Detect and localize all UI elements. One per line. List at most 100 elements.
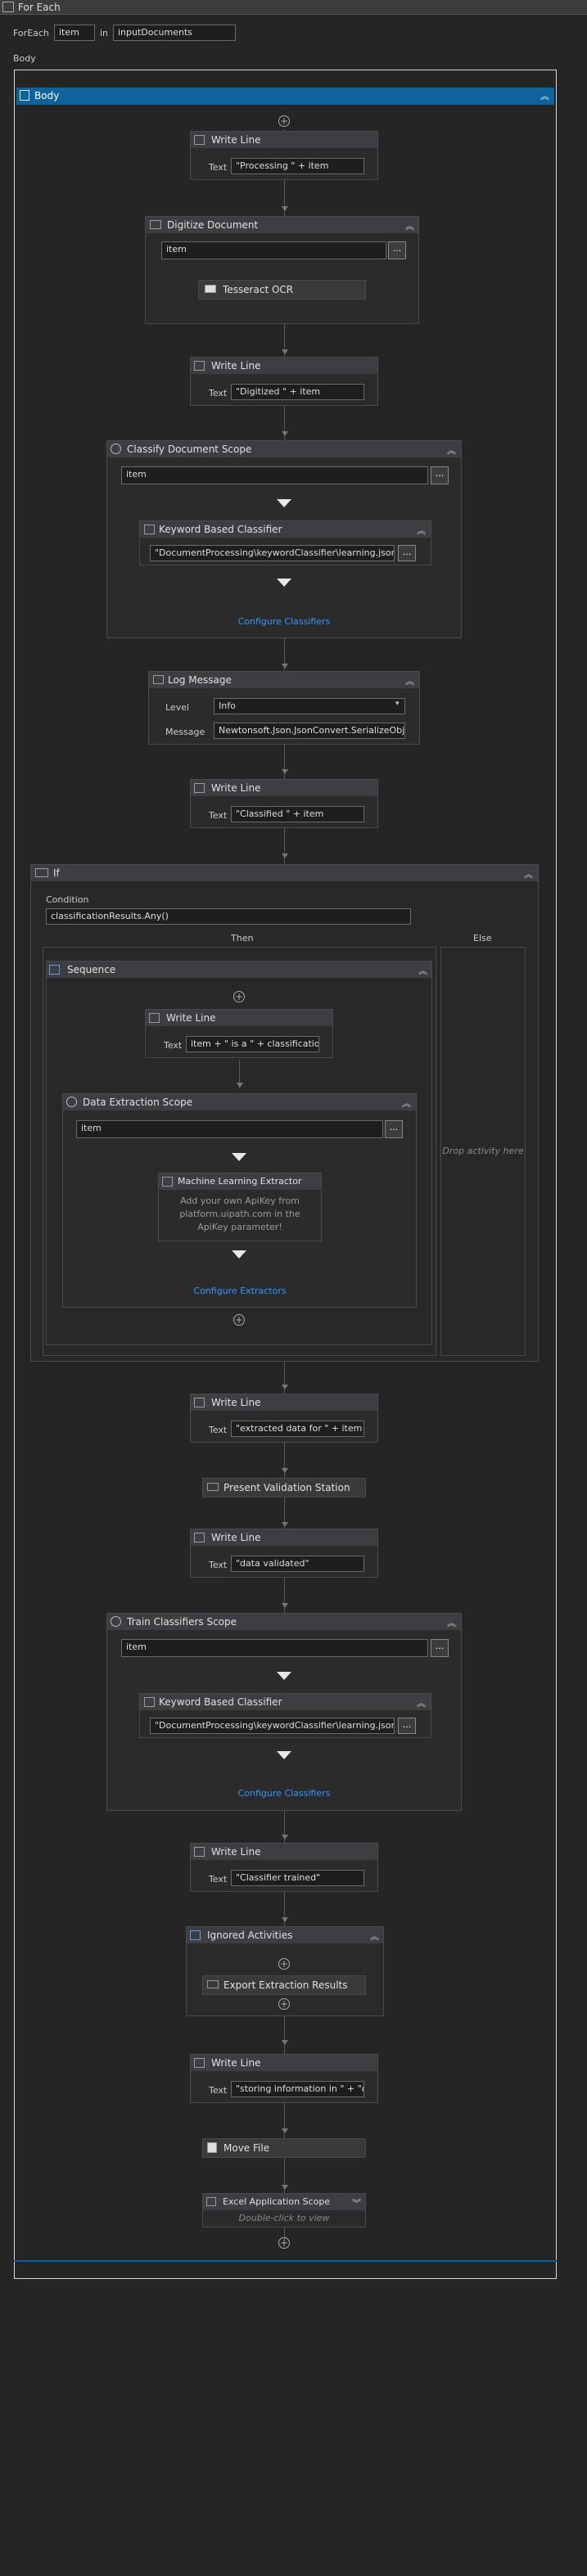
classifier-path-input[interactable]: "DocumentProcessing\keywordClassifier\le…	[150, 545, 395, 561]
sequence-title: Sequence	[67, 964, 116, 975]
ocr-title: Tesseract OCR	[223, 284, 294, 295]
classify-icon	[111, 444, 121, 454]
message-label: Message	[165, 727, 205, 737]
document-path-input[interactable]: item	[76, 1120, 383, 1138]
write-line-title: Write Line	[211, 1846, 261, 1858]
text-input[interactable]: item + " is a " + classification	[186, 1036, 319, 1052]
browse-button[interactable]: ...	[398, 1718, 416, 1734]
level-label: Level	[165, 702, 190, 713]
extractor-title: Machine Learning Extractor	[178, 1176, 302, 1187]
flow-arrow	[282, 431, 288, 436]
configure-classifiers-link[interactable]: Configure Classifiers	[202, 616, 366, 627]
flow-arrow	[282, 664, 288, 669]
collapse-icon[interactable]: ︽	[405, 674, 414, 687]
text-label: Text	[209, 162, 228, 173]
write-line-title: Write Line	[211, 134, 261, 146]
extraction-title: Data Extraction Scope	[83, 1097, 193, 1108]
flow-arrow	[282, 206, 288, 211]
expand-icon[interactable]: ︾	[352, 2196, 361, 2209]
condition-input[interactable]: classificationResults.Any()	[46, 908, 411, 925]
browse-button[interactable]: ...	[431, 466, 449, 484]
text-label: Text	[209, 2085, 228, 2096]
text-input[interactable]: "Processing " + item	[231, 158, 364, 174]
collapse-icon[interactable]: ︽	[447, 444, 456, 457]
collapse-icon[interactable]: ︽	[540, 89, 549, 102]
write-line-icon	[149, 1013, 160, 1023]
text-label: Text	[209, 1560, 228, 1570]
body-footer-line	[14, 2260, 557, 2262]
add-activity-icon[interactable]: +	[233, 1314, 245, 1326]
text-input[interactable]: "Classifier trained"	[231, 1870, 364, 1886]
add-activity-icon[interactable]: +	[278, 115, 290, 127]
log-title: Log Message	[168, 674, 232, 686]
text-label: Text	[164, 1040, 183, 1051]
message-input[interactable]: Newtonsoft.Json.JsonConvert.SerializeObj…	[214, 723, 405, 739]
add-activity-icon[interactable]: +	[278, 1998, 290, 2010]
write-line-icon	[194, 1398, 205, 1407]
export-title: Export Extraction Results	[224, 1979, 348, 1991]
foreach-label: ForEach	[13, 28, 49, 38]
ignored-title: Ignored Activities	[207, 1930, 293, 1941]
write-line-icon	[194, 1533, 205, 1542]
text-input[interactable]: "data validated"	[231, 1556, 364, 1572]
collapse-icon[interactable]: ︽	[370, 1930, 379, 1943]
document-path-input[interactable]: item	[121, 466, 428, 484]
text-input[interactable]: "extracted data for " + item	[231, 1421, 364, 1437]
collapse-icon[interactable]: ︽	[417, 1696, 426, 1709]
excel-title: Excel Application Scope	[223, 2196, 331, 2207]
text-label: Text	[209, 1425, 228, 1435]
body-header-title: Body	[34, 90, 60, 101]
flow-arrow	[277, 499, 291, 507]
collapse-icon[interactable]: ︽	[524, 867, 533, 880]
flow-arrow	[277, 579, 291, 587]
validation-icon	[207, 1483, 219, 1491]
configure-extractors-link[interactable]: Configure Extractors	[158, 1286, 322, 1296]
browse-button[interactable]: ...	[431, 1639, 449, 1657]
flow-arrow	[282, 853, 288, 858]
sequence-icon	[20, 90, 29, 101]
foreach-item-input[interactable]: item	[54, 25, 95, 41]
foreach-in-label: in	[100, 28, 109, 38]
extractor-icon	[162, 1177, 173, 1187]
classifier-icon	[144, 525, 155, 534]
write-line-title: Write Line	[211, 782, 261, 794]
collapse-icon[interactable]: ︽	[447, 1616, 456, 1629]
collapse-icon[interactable]: ︽	[402, 1097, 411, 1110]
window-title: For Each	[18, 2, 61, 13]
level-select[interactable]: Info	[214, 698, 405, 714]
configure-classifiers-link[interactable]: Configure Classifiers	[202, 1788, 366, 1799]
if-icon	[35, 868, 48, 877]
write-line-icon	[194, 1847, 205, 1857]
then-label: Then	[231, 933, 254, 943]
browse-button[interactable]: ...	[398, 545, 416, 561]
text-input[interactable]: "storing information in " + "o	[231, 2081, 364, 2097]
body-header[interactable]	[16, 88, 554, 105]
body-label: Body	[13, 53, 36, 64]
collapse-icon[interactable]: ︽	[405, 219, 414, 232]
classifier-path-input[interactable]: "DocumentProcessing\keywordClassifier\le…	[150, 1718, 395, 1734]
extractor-description: Add your own ApiKey from platform.uipath…	[179, 1196, 300, 1232]
add-activity-icon[interactable]: +	[278, 1958, 290, 1970]
chevron-down-icon[interactable]: ▾	[395, 700, 400, 708]
write-line-icon	[194, 361, 205, 371]
text-input[interactable]: "Digitized " + item	[231, 384, 364, 400]
collapse-icon[interactable]: ︽	[418, 964, 427, 977]
digitize-document-activity[interactable]	[145, 216, 419, 324]
if-title: If	[53, 867, 60, 879]
collapse-icon[interactable]: ︽	[417, 524, 426, 537]
browse-button[interactable]: ...	[385, 1120, 403, 1138]
write-line-title: Write Line	[211, 2057, 261, 2069]
document-path-input[interactable]: item	[161, 241, 386, 259]
foreach-collection-input[interactable]: inputDocuments	[113, 25, 236, 41]
add-activity-icon[interactable]: +	[233, 991, 245, 1002]
text-input[interactable]: "Classified " + item	[231, 806, 364, 822]
level-value: Info	[219, 700, 236, 711]
write-line-icon	[194, 2058, 205, 2068]
foreach-icon	[2, 2, 14, 12]
browse-button[interactable]: ...	[388, 241, 406, 259]
write-line-title: Write Line	[211, 1397, 261, 1408]
document-path-input[interactable]: item	[121, 1639, 428, 1657]
flow-arrow	[282, 1385, 288, 1389]
add-activity-icon[interactable]: +	[278, 2237, 290, 2249]
write-line-title: Write Line	[211, 360, 261, 372]
